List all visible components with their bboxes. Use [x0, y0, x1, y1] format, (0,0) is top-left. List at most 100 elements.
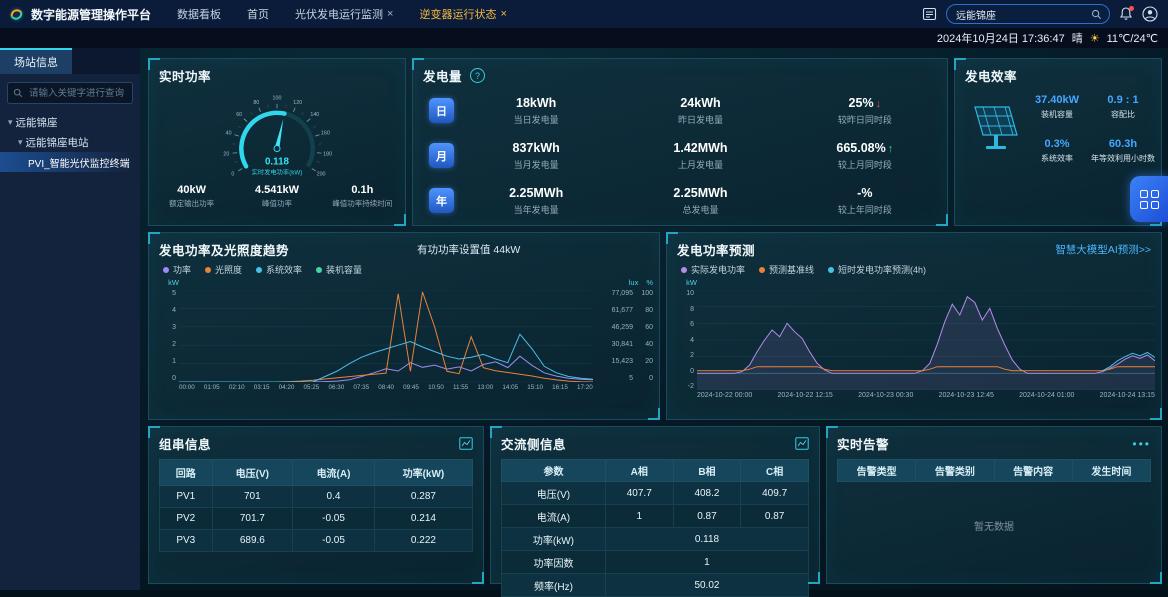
alarm-table: 告警类型告警类别告警内容发生时间: [837, 459, 1151, 482]
table-cell: PV2: [160, 508, 213, 530]
svg-text:100: 100: [273, 95, 282, 101]
panel-title: 实时告警: [837, 434, 889, 453]
panel-power-forecast: 发电功率预测 智慧大模型AI预测>> 实际发电功率预测基准线短时发电功率预测(4…: [666, 232, 1162, 420]
legend-item[interactable]: 装机容量: [316, 263, 362, 276]
legend-dot-icon: [205, 267, 211, 273]
table-cell: 功率因数: [502, 551, 606, 574]
line-chart-icon[interactable]: [459, 437, 473, 450]
lux-axis-unit: lux: [629, 278, 639, 290]
stat-label: 当日发电量: [454, 113, 618, 126]
panel-alarms: 实时告警 ••• 告警类型告警类别告警内容发生时间 暂无数据: [826, 426, 1162, 584]
legend-dot-icon: [256, 267, 262, 273]
series-line: [179, 334, 593, 382]
stat-label: 装机容量: [1027, 109, 1087, 120]
station-search-input[interactable]: [954, 8, 1087, 21]
axis-tick: 2024-10-24 13:15: [1100, 392, 1155, 399]
nav-tab[interactable]: 数据看板: [177, 6, 221, 22]
table-cell: 409.7: [741, 482, 809, 505]
table-row: 功率因数1: [502, 551, 809, 574]
topbar-actions: [922, 4, 1168, 24]
panel-title: 发电量: [423, 66, 462, 85]
forecast-x-labels: 2024-10-22 00:002024-10-22 12:152024-10-…: [697, 392, 1155, 399]
line-chart-icon[interactable]: [795, 437, 809, 450]
stat-value: 1.42MWh: [618, 141, 782, 155]
stat-label: 总发电量: [618, 203, 782, 216]
gauge-stats: 40kW额定输出功率4.541kW峰值功率0.1h峰值功率持续时间: [149, 184, 405, 209]
axis-tick: 6: [690, 321, 694, 328]
table-cell: 功率(kW): [502, 528, 606, 551]
svg-text:0: 0: [231, 172, 234, 178]
tree-item[interactable]: PVI_智能光伏监控终端: [0, 152, 140, 172]
sidebar-search-input[interactable]: [27, 87, 127, 100]
legend-label: 功率: [173, 263, 191, 276]
table-row: 电流(A)10.870.87: [502, 505, 809, 528]
axis-tick: 16:15: [552, 384, 568, 391]
legend-label: 装机容量: [326, 263, 362, 276]
sidebar-search[interactable]: [7, 82, 133, 104]
close-tab-icon[interactable]: ×: [500, 9, 506, 20]
nav-tab[interactable]: 光伏发电运行监测 ×: [295, 6, 393, 22]
axis-tick: 08:40: [378, 384, 394, 391]
legend-item[interactable]: 实际发电功率: [681, 263, 745, 276]
datetime: 2024年10月24日 17:36:47: [937, 30, 1065, 46]
document-icon[interactable]: [922, 7, 937, 21]
more-icon[interactable]: •••: [1132, 437, 1151, 451]
axis-tick: 4: [690, 337, 694, 344]
nav-tab-label: 光伏发电运行监测: [295, 6, 383, 22]
legend-item[interactable]: 预测基准线: [759, 263, 814, 276]
axis-tick: 02:10: [229, 384, 245, 391]
stat-value: 18kWh: [454, 96, 618, 110]
lux-tick: 46,259: [599, 324, 633, 331]
table-row: PV17010.40.287: [160, 486, 473, 508]
stat-label: 当月发电量: [454, 158, 618, 171]
grid-menu-icon: [1140, 190, 1159, 209]
legend-item[interactable]: 光照度: [205, 263, 242, 276]
generation-stat: 2.25MWh总发电量: [618, 186, 782, 216]
setpoint-label: 有功功率设置值 44kW: [417, 242, 520, 257]
station-search[interactable]: [946, 4, 1110, 24]
sidebar: 场站信息 ▾远能锦座▾远能锦座电站PVI_智能光伏监控终端: [0, 48, 140, 590]
table-cell: 0.214: [374, 508, 472, 530]
stat-value: 37.40kW: [1027, 94, 1087, 106]
table-cell: 0.87: [673, 505, 741, 528]
bell-icon[interactable]: [1119, 7, 1133, 21]
legend-item[interactable]: 短时发电功率预测(4h): [828, 263, 926, 276]
close-tab-icon[interactable]: ×: [387, 9, 393, 20]
tree-item[interactable]: ▾远能锦座电站: [0, 132, 140, 152]
panel-title: 组串信息: [159, 434, 211, 453]
nav-tab[interactable]: 首页: [247, 6, 269, 22]
avatar[interactable]: [1142, 6, 1158, 22]
help-icon[interactable]: ?: [470, 68, 485, 83]
stat-label: 昨日发电量: [618, 113, 782, 126]
axis-tick: 8: [690, 306, 694, 313]
ai-forecast-link[interactable]: 智慧大模型AI预测>>: [1055, 242, 1151, 257]
legend-item[interactable]: 功率: [163, 263, 191, 276]
table-cell: 701.7: [212, 508, 293, 530]
column-header: 回路: [160, 460, 213, 486]
table-cell: 1: [605, 505, 673, 528]
search-icon[interactable]: [1091, 9, 1102, 20]
legend-item[interactable]: 系统效率: [256, 263, 302, 276]
panel-ac-info: 交流侧信息 参数A相B相C相电压(V)407.7408.2409.7电流(A)1…: [490, 426, 820, 584]
legend-label: 光照度: [215, 263, 242, 276]
tree-item[interactable]: ▾远能锦座: [0, 112, 140, 132]
nav-tab-label: 数据看板: [177, 6, 221, 22]
tab-station-info[interactable]: 场站信息: [0, 48, 72, 74]
quick-menu-button[interactable]: [1130, 176, 1168, 222]
sun-icon: ☀: [1090, 32, 1100, 45]
panel-power-trend: 发电功率及光照度趋势 有功功率设置值 44kW 功率光照度系统效率装机容量 kW…: [148, 232, 660, 420]
table-cell: 1: [605, 551, 808, 574]
axis-tick: 04:20: [279, 384, 295, 391]
trend-chart: [179, 290, 593, 382]
axis-tick: 13:00: [477, 384, 493, 391]
stat-value: 665.08%↑: [783, 141, 947, 155]
axis-tick: 05:25: [304, 384, 320, 391]
generation-row: 日18kWh当日发电量24kWh昨日发电量25%↓较昨日同时段: [413, 88, 947, 133]
lux-tick: 30,841: [599, 341, 633, 348]
axis-tick: -2: [688, 383, 694, 390]
generation-row: 年2.25MWh当年发电量2.25MWh总发电量-%较上年同时段: [413, 178, 947, 223]
axis-tick: 2: [690, 352, 694, 359]
stat-label: 年等效利用小时数: [1091, 153, 1155, 164]
nav-tab[interactable]: 逆变器运行状态×: [419, 6, 506, 22]
statusbar: 2024年10月24日 17:36:47 晴 ☀ 11℃/24℃: [0, 28, 1168, 48]
